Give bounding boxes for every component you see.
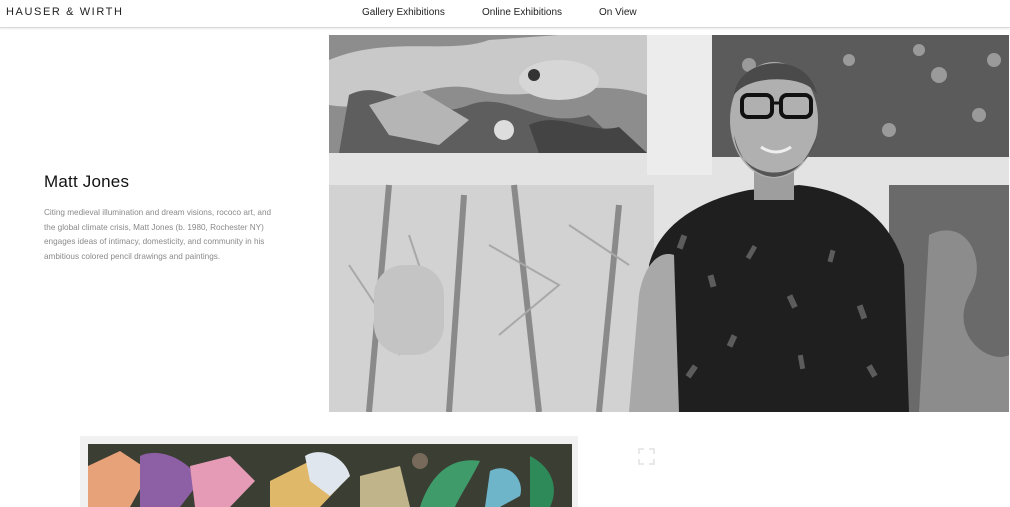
nav-gallery-exhibitions[interactable]: Gallery Exhibitions bbox=[362, 7, 445, 18]
artwork-image[interactable] bbox=[80, 436, 578, 507]
expand-icon[interactable] bbox=[638, 448, 655, 465]
artist-description: Citing medieval illumination and dream v… bbox=[44, 208, 272, 261]
artist-portrait-image bbox=[329, 35, 1009, 412]
artist-name: Matt Jones bbox=[44, 172, 130, 191]
nav-online-exhibitions[interactable]: Online Exhibitions bbox=[482, 7, 562, 18]
site-header: HAUSER & WIRTH Gallery Exhibitions Onlin… bbox=[0, 0, 1010, 28]
main-nav: Gallery Exhibitions Online Exhibitions O… bbox=[0, 7, 1010, 21]
nav-on-view[interactable]: On View bbox=[599, 7, 637, 18]
